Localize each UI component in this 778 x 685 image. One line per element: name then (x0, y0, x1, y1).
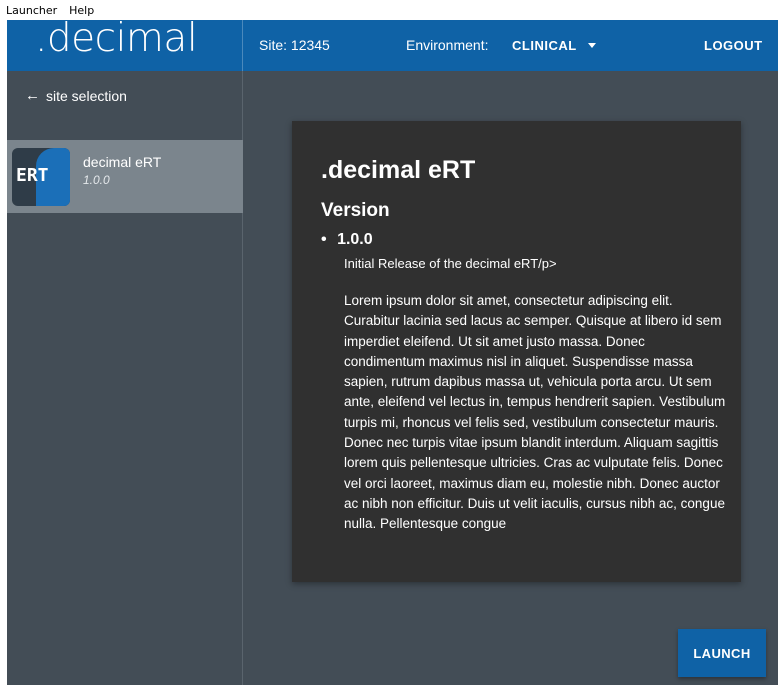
release-description: Lorem ipsum dolor sit amet, consectetur … (344, 293, 726, 532)
ert-app-icon: ERT (12, 148, 70, 206)
menu-help[interactable]: Help (69, 4, 94, 17)
version-number: 1.0.0 (337, 231, 373, 248)
app-window: .decimal Site: 12345 Environment: CLINIC… (7, 16, 778, 685)
launch-button[interactable]: LAUNCH (678, 629, 766, 677)
sidebar-item-decimal-ert[interactable]: ERT decimal eRT 1.0.0 (7, 140, 243, 213)
back-link-label: site selection (46, 87, 127, 104)
logout-button[interactable]: LOGOUT (704, 38, 763, 53)
top-bar: .decimal Site: 12345 Environment: CLINIC… (7, 16, 778, 71)
version-list-item: • 1.0.0 (321, 231, 373, 249)
app-details-title: .decimal eRT (321, 156, 476, 184)
release-note: Initial Release of the decimal eRT/p> (344, 256, 557, 271)
app-name: decimal eRT (83, 154, 162, 170)
app-icon-text: ERT (16, 165, 49, 186)
environment-label: Environment: (406, 37, 489, 53)
site-label: Site: 12345 (259, 37, 330, 53)
environment-dropdown[interactable]: CLINICAL (512, 38, 596, 53)
menu-launcher[interactable]: Launcher (6, 4, 57, 17)
arrow-left-icon: ← (25, 87, 40, 104)
app-logo: .decimal (35, 16, 198, 61)
app-version: 1.0.0 (83, 173, 110, 187)
version-heading: Version (321, 200, 390, 221)
sidebar: ← site selection ERT decimal eRT 1.0.0 (7, 71, 243, 685)
app-details-card: .decimal eRT Version • 1.0.0 Initial Rel… (292, 121, 741, 582)
chevron-down-icon (587, 43, 596, 48)
bullet-icon: • (321, 231, 327, 248)
divider (242, 20, 243, 71)
back-to-site-selection-link[interactable]: ← site selection (25, 87, 127, 104)
environment-value: CLINICAL (512, 38, 577, 53)
